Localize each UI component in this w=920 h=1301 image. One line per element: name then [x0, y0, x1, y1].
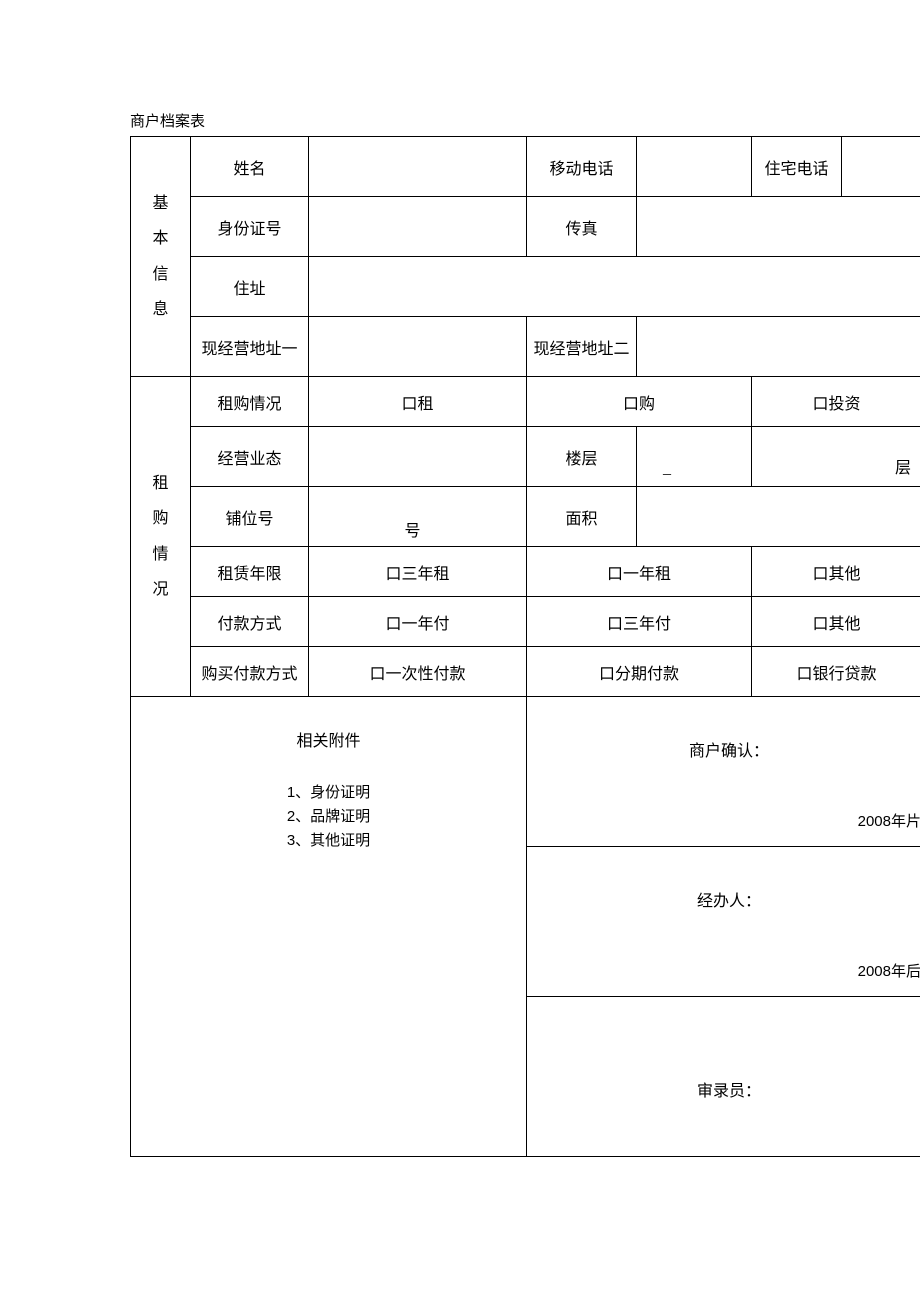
opt-buy-install[interactable]: 口分期付款: [527, 647, 752, 697]
attachment-item-3: 3、其他证明: [287, 829, 370, 853]
label-biz-type: 经营业态: [191, 427, 309, 487]
attachment-item-1: 1、身份证明: [287, 781, 370, 805]
field-fax[interactable]: [637, 197, 920, 257]
signature-reviewer-cell[interactable]: 审录员：: [527, 997, 920, 1157]
label-area: 面积: [527, 487, 637, 547]
opt-lease-3y[interactable]: 口三年租: [309, 547, 527, 597]
signature-handler-label: 经办人：: [557, 887, 901, 911]
opt-pay-1y[interactable]: 口一年付: [309, 597, 527, 647]
field-shop-no[interactable]: 号: [309, 487, 527, 547]
section-rent: 租购情况: [131, 377, 191, 697]
label-name: 姓名: [191, 137, 309, 197]
section-basic: 基本信息: [131, 137, 191, 377]
attachment-item-2: 2、品牌证明: [287, 805, 370, 829]
label-mobile: 移动电话: [527, 137, 637, 197]
opt-lease-other[interactable]: 口其他: [752, 547, 920, 597]
attachments-title: 相关附件: [131, 727, 526, 751]
field-home-phone[interactable]: [842, 137, 920, 197]
label-lease-years: 租赁年限: [191, 547, 309, 597]
field-name[interactable]: [309, 137, 527, 197]
label-address: 住址: [191, 257, 309, 317]
opt-pay-3y[interactable]: 口三年付: [527, 597, 752, 647]
opt-buy-once[interactable]: 口一次性付款: [309, 647, 527, 697]
label-fax: 传真: [527, 197, 637, 257]
label-home-phone: 住宅电话: [752, 137, 842, 197]
document-title: 商户档案表: [130, 110, 920, 131]
label-situation: 租购情况: [191, 377, 309, 427]
field-address[interactable]: [309, 257, 920, 317]
field-biz-addr1[interactable]: [309, 317, 527, 377]
signature-confirm-label: 商户确认：: [557, 737, 901, 761]
label-floor: 楼层: [527, 427, 637, 487]
field-biz-type[interactable]: [309, 427, 527, 487]
signature-reviewer-label: 审录员：: [557, 1077, 901, 1101]
label-biz-addr2: 现经营地址二: [527, 317, 637, 377]
field-floor-underscore[interactable]: _: [637, 427, 752, 487]
label-id-no: 身份证号: [191, 197, 309, 257]
field-area[interactable]: [637, 487, 920, 547]
opt-invest[interactable]: 口投资: [752, 377, 920, 427]
attachments-section: 相关附件 1、身份证明 2、品牌证明 3、其他证明: [131, 697, 527, 1157]
opt-rent[interactable]: 口租: [309, 377, 527, 427]
signature-handler-cell[interactable]: 经办人： 2008年后: [527, 847, 920, 997]
label-biz-addr1: 现经营地址一: [191, 317, 309, 377]
opt-buy[interactable]: 口购: [527, 377, 752, 427]
signature-handler-date: 2008年后: [858, 960, 920, 981]
merchant-form-table: 基本信息 姓名 移动电话 住宅电话 身份证号 传真 住址 现经营地址一 现经营地…: [130, 136, 920, 1157]
label-buy-pay: 购买付款方式: [191, 647, 309, 697]
field-floor[interactable]: 层: [752, 427, 920, 487]
signature-confirm-date: 2008年片: [858, 810, 920, 831]
opt-pay-other[interactable]: 口其他: [752, 597, 920, 647]
signature-confirm-cell[interactable]: 商户确认： 2008年片: [527, 697, 920, 847]
label-pay-method: 付款方式: [191, 597, 309, 647]
field-biz-addr2[interactable]: [637, 317, 920, 377]
opt-buy-loan[interactable]: 口银行贷款: [752, 647, 920, 697]
field-id-no[interactable]: [309, 197, 527, 257]
field-mobile[interactable]: [637, 137, 752, 197]
opt-lease-1y[interactable]: 口一年租: [527, 547, 752, 597]
label-shop-no: 铺位号: [191, 487, 309, 547]
